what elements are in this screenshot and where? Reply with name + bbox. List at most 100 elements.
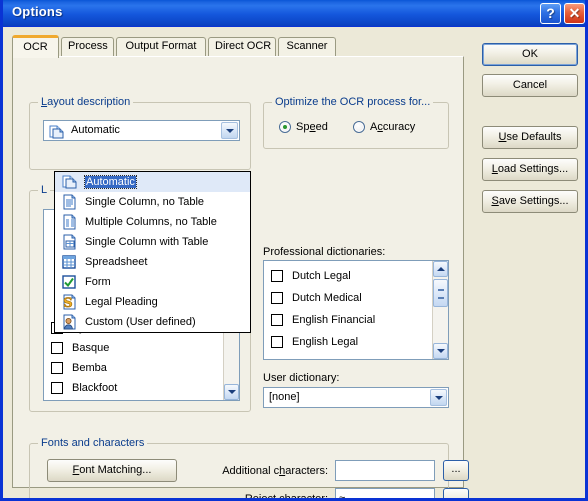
- professional-dictionaries-listbox[interactable]: Dutch Legal Dutch Medical English Financ…: [263, 260, 449, 360]
- title-bar: Options ? ✕: [3, 0, 585, 27]
- dropdown-item-automatic[interactable]: Automatic: [55, 172, 250, 192]
- radio-icon[interactable]: [353, 121, 365, 133]
- languages-group-label: L: [38, 184, 51, 196]
- radio-label: Accuracy: [370, 121, 416, 133]
- list-item-label: Dutch Medical: [292, 292, 362, 304]
- scroll-up-icon[interactable]: [433, 261, 448, 277]
- additional-characters-browse-button[interactable]: ...: [443, 460, 469, 481]
- list-item-label: Bemba: [72, 362, 107, 374]
- dropdown-item-single-column-no-table[interactable]: Single Column, no Table: [55, 192, 250, 212]
- cancel-button[interactable]: Cancel: [482, 74, 578, 97]
- dropdown-item-spreadsheet[interactable]: Spreadsheet: [55, 252, 250, 272]
- button-label: OK: [522, 48, 538, 60]
- stacked-pages-icon: [62, 175, 77, 189]
- reject-character-label: Reject character:: [244, 493, 328, 501]
- dropdown-item-label: Spreadsheet: [85, 256, 148, 268]
- layout-description-combo[interactable]: Automatic: [43, 120, 240, 141]
- use-defaults-button[interactable]: Use Defaults: [482, 126, 578, 149]
- checkbox-icon[interactable]: [51, 342, 63, 354]
- list-item-label: English Legal: [292, 336, 359, 348]
- radio-icon[interactable]: [279, 121, 291, 133]
- tab-label: Output Format: [125, 40, 197, 52]
- list-item[interactable]: English Financial: [264, 309, 432, 331]
- button-label: Cancel: [512, 79, 548, 91]
- list-item-label: Blackfoot: [72, 382, 118, 394]
- document-with-table-icon: [63, 234, 76, 250]
- list-item[interactable]: Basque: [44, 338, 223, 358]
- save-settings-button[interactable]: Save Settings...: [482, 190, 578, 213]
- chevron-down-icon[interactable]: [221, 122, 238, 139]
- layout-description-group-label: Layout description: [38, 96, 134, 108]
- scroll-down-icon[interactable]: [433, 343, 448, 359]
- checkbox-icon[interactable]: [271, 336, 283, 348]
- tab-label: OCR: [23, 41, 48, 53]
- ocr-tab-panel: Layout description Automatic L Basque Be…: [12, 56, 469, 498]
- layout-description-dropdown-list[interactable]: Automatic Single Column, no Table Multip…: [54, 171, 251, 333]
- multi-column-document-icon: [63, 214, 76, 230]
- dialog-client-area: OCR Process Output Format Direct OCR Sca…: [3, 27, 585, 498]
- font-matching-button[interactable]: Font Matching...: [47, 459, 177, 482]
- single-column-document-icon: [63, 194, 76, 210]
- checkbox-icon[interactable]: [271, 314, 283, 326]
- user-dictionary-value: [none]: [269, 391, 300, 403]
- scroll-down-icon[interactable]: [224, 384, 239, 400]
- tab-label: Scanner: [286, 40, 328, 52]
- tab-scanner[interactable]: Scanner: [278, 37, 336, 56]
- dropdown-item-label: Form: [85, 276, 111, 288]
- tab-direct-ocr[interactable]: Direct OCR: [208, 37, 276, 56]
- checkbox-icon[interactable]: [271, 292, 283, 304]
- list-item[interactable]: English Legal: [264, 331, 432, 353]
- list-item[interactable]: Dutch Legal: [264, 265, 432, 287]
- chevron-down-icon[interactable]: [430, 389, 447, 406]
- dropdown-item-multiple-columns-no-table[interactable]: Multiple Columns, no Table: [55, 212, 250, 232]
- form-checkmark-icon: [62, 275, 76, 289]
- tab-label: Process: [68, 40, 108, 52]
- legal-pleading-icon: S: [63, 294, 76, 310]
- radio-accuracy[interactable]: Accuracy: [353, 121, 415, 134]
- dropdown-item-label: Legal Pleading: [85, 296, 158, 308]
- load-settings-button[interactable]: Load Settings...: [482, 158, 578, 181]
- dictionaries-scrollbar[interactable]: [432, 261, 448, 359]
- dropdown-item-label: Automatic: [84, 175, 137, 189]
- ok-button[interactable]: OK: [482, 43, 578, 66]
- dropdown-item-legal-pleading[interactable]: S Legal Pleading: [55, 292, 250, 312]
- help-icon[interactable]: ?: [540, 3, 561, 24]
- additional-characters-label: Additional characters:: [222, 465, 328, 477]
- tab-output-format[interactable]: Output Format: [116, 37, 206, 56]
- spreadsheet-icon: [62, 255, 76, 269]
- list-item-label: English Financial: [292, 314, 376, 326]
- close-icon[interactable]: ✕: [564, 3, 585, 24]
- dropdown-item-custom-user-defined[interactable]: Custom (User defined): [55, 312, 250, 332]
- dropdown-item-label: Custom (User defined): [85, 316, 196, 328]
- dropdown-item-label: Single Column, no Table: [85, 196, 205, 208]
- dropdown-item-label: Single Column with Table: [85, 236, 209, 248]
- user-dictionary-combo[interactable]: [none]: [263, 387, 449, 408]
- list-item-label: Dutch Legal: [292, 270, 351, 282]
- additional-characters-input[interactable]: [335, 460, 435, 481]
- radio-label: Speed: [296, 121, 328, 133]
- reject-character-browse-button[interactable]: ...: [443, 488, 469, 498]
- button-label: Save Settings...: [491, 195, 569, 207]
- scrollbar-thumb[interactable]: [433, 279, 448, 307]
- reject-character-input[interactable]: ~: [335, 488, 435, 498]
- tab-ocr[interactable]: OCR: [12, 35, 59, 58]
- checkbox-icon[interactable]: [51, 382, 63, 394]
- list-item[interactable]: Blackfoot: [44, 378, 223, 398]
- optimize-group-label: Optimize the OCR process for...: [272, 96, 434, 108]
- list-item-label: Basque: [72, 342, 110, 354]
- svg-text:S: S: [63, 296, 72, 310]
- list-item[interactable]: Bemba: [44, 358, 223, 378]
- list-item[interactable]: Breton: [44, 398, 223, 400]
- checkbox-icon[interactable]: [51, 362, 63, 374]
- list-item[interactable]: Dutch Medical: [264, 287, 432, 309]
- dropdown-item-single-column-with-table[interactable]: Single Column with Table: [55, 232, 250, 252]
- tab-label: Direct OCR: [215, 40, 272, 52]
- dropdown-item-label: Multiple Columns, no Table: [85, 216, 217, 228]
- custom-user-icon: [63, 314, 76, 330]
- dropdown-item-form[interactable]: Form: [55, 272, 250, 292]
- layout-description-value: Automatic: [71, 124, 120, 136]
- button-label: Use Defaults: [498, 131, 562, 143]
- radio-speed[interactable]: Speed: [279, 121, 328, 134]
- checkbox-icon[interactable]: [271, 270, 283, 282]
- tab-process[interactable]: Process: [61, 37, 114, 56]
